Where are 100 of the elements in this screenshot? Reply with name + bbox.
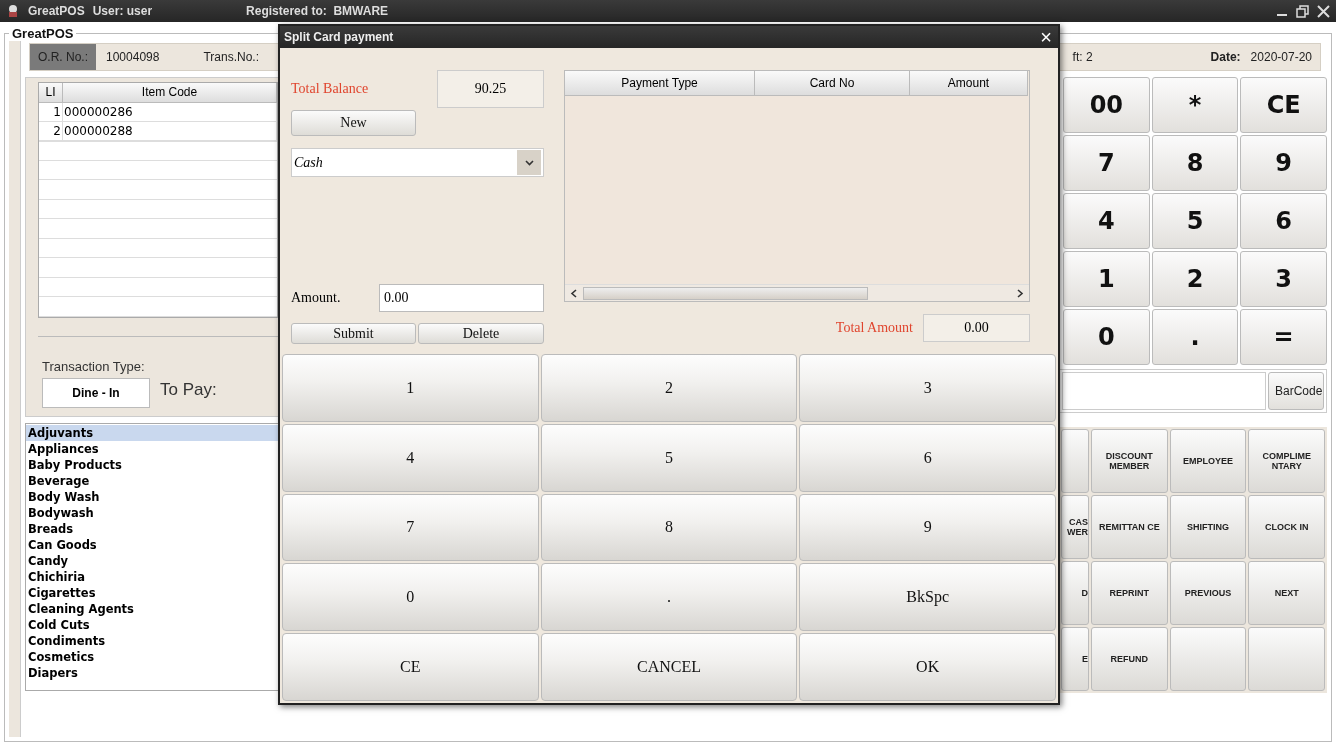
function-button[interactable]: CAS WER <box>1061 495 1089 559</box>
keypad-key[interactable]: 2 <box>1151 251 1239 307</box>
new-button[interactable]: New <box>291 110 416 136</box>
category-item[interactable]: Diapers <box>26 665 278 681</box>
column-header[interactable]: Card No <box>755 71 910 96</box>
table-cell: 1 <box>39 102 63 122</box>
table-cell: 000000286 <box>63 102 277 122</box>
shift-label: ft: 2 <box>1072 50 1093 64</box>
barcode-button[interactable]: BarCode <box>1268 372 1324 410</box>
keypad-key[interactable]: 3 <box>1240 251 1327 307</box>
column-header[interactable]: Amount <box>910 71 1028 96</box>
dialog-keypad-key[interactable]: . <box>540 563 798 632</box>
total-amount-value: 0.00 <box>923 314 1030 342</box>
trans-label: Trans.No.: <box>203 50 259 64</box>
category-item[interactable]: Candy <box>26 553 278 569</box>
dialog-keypad-key[interactable]: 0 <box>282 563 539 632</box>
blank-button[interactable] <box>1248 627 1325 691</box>
dialog-keypad-key[interactable]: CE <box>282 633 539 701</box>
total-balance-label: Total Balance <box>291 81 369 97</box>
or-label: O.R. No.: <box>30 44 96 70</box>
keypad-key[interactable]: 6 <box>1240 193 1327 249</box>
barcode-field[interactable] <box>1062 372 1266 410</box>
dialog-keypad-key[interactable]: 7 <box>282 493 539 562</box>
keypad-key[interactable]: CE <box>1240 77 1327 133</box>
category-item[interactable]: Baby Products <box>26 457 278 473</box>
dialog-keypad-key[interactable]: CANCEL <box>540 633 798 701</box>
dialog-keypad-key[interactable]: 3 <box>799 354 1056 422</box>
table-cell: 000000288 <box>63 122 277 142</box>
total-balance-value: 90.25 <box>437 70 544 108</box>
close-button[interactable]: × <box>1040 27 1052 47</box>
function-button[interactable]: REMITTAN CE <box>1091 495 1168 559</box>
keypad-key[interactable]: = <box>1240 309 1327 365</box>
column-header[interactable]: LI <box>39 83 63 103</box>
column-header[interactable]: Item Code <box>63 83 277 103</box>
function-button[interactable]: DISCOUNT MEMBER <box>1091 429 1168 493</box>
column-header[interactable]: Payment Type <box>565 71 755 96</box>
transaction-type-label: Transaction Type: <box>42 359 146 374</box>
keypad-key[interactable]: 7 <box>1063 135 1150 191</box>
function-button[interactable]: SHIFTING <box>1169 495 1247 559</box>
dialog-keypad-key[interactable]: BkSpc <box>799 563 1056 632</box>
keypad-key[interactable]: 9 <box>1240 135 1327 191</box>
horizontal-scrollbar[interactable] <box>565 284 1029 301</box>
keypad-key[interactable]: 1 <box>1063 251 1150 307</box>
category-item[interactable]: Cleaning Agents <box>26 601 278 617</box>
function-button[interactable]: REFUND <box>1091 627 1168 691</box>
blank-button[interactable] <box>1169 627 1247 691</box>
function-button[interactable]: COMPLIME NTARY <box>1248 429 1325 493</box>
function-button[interactable]: D <box>1061 561 1089 625</box>
transaction-type-value[interactable]: Dine - In <box>42 378 150 408</box>
dialog-keypad-key[interactable]: 5 <box>540 423 798 492</box>
dialog-keypad-key[interactable]: 9 <box>799 493 1056 562</box>
keypad-key[interactable]: 8 <box>1151 135 1239 191</box>
group-title: GreatPOS <box>11 26 75 41</box>
date-label: Date: <box>1210 50 1241 64</box>
dialog-keypad-key[interactable]: 6 <box>799 423 1056 492</box>
category-item[interactable]: Condiments <box>26 633 278 649</box>
category-item[interactable]: Adjuvants <box>26 425 278 441</box>
function-button[interactable]: NEXT <box>1248 561 1325 625</box>
payment-type-dropdown[interactable]: Cash <box>291 148 544 177</box>
dialog-keypad-key[interactable]: 8 <box>540 493 798 562</box>
function-button[interactable]: REPRINT <box>1091 561 1168 625</box>
function-button[interactable]: CLOCK IN <box>1248 495 1325 559</box>
restore-icon[interactable] <box>1296 4 1309 18</box>
function-button[interactable]: PREVIOUS <box>1169 561 1247 625</box>
keypad-key[interactable]: 00 <box>1063 77 1150 133</box>
amount-field[interactable]: 0.00 <box>379 284 544 312</box>
dialog-keypad-key[interactable]: 2 <box>540 354 798 422</box>
function-button[interactable]: EMPLOYEE <box>1169 429 1247 493</box>
date-value: 2020-07-20 <box>1250 50 1312 64</box>
table-cell: 2 <box>39 122 63 142</box>
keypad-key[interactable]: . <box>1151 309 1239 365</box>
dialog-title: Split Card payment <box>284 30 394 44</box>
app-name: GreatPOS <box>28 4 85 18</box>
category-item[interactable]: Can Goods <box>26 537 278 553</box>
or-number: 10004098 <box>106 50 160 64</box>
submit-button[interactable]: Submit <box>291 323 416 344</box>
dialog-keypad-key[interactable]: 1 <box>282 354 539 422</box>
keypad-key[interactable]: 5 <box>1151 193 1239 249</box>
chevron-down-icon <box>524 159 534 166</box>
total-amount-label: Total Amount <box>835 320 913 336</box>
category-item[interactable]: Appliances <box>26 441 278 457</box>
function-button[interactable]: E <box>1061 627 1089 691</box>
category-item[interactable]: Breads <box>26 521 278 537</box>
keypad-key[interactable]: * <box>1151 77 1239 133</box>
amount-label: Amount. <box>291 290 341 306</box>
category-item[interactable]: Beverage <box>26 473 278 489</box>
category-item[interactable]: Cosmetics <box>26 649 278 665</box>
close-icon[interactable] <box>1317 4 1330 18</box>
category-item[interactable]: Chichiria <box>26 569 278 585</box>
dialog-keypad-key[interactable]: 4 <box>282 423 539 492</box>
keypad-key[interactable]: 4 <box>1063 193 1150 249</box>
blank-button[interactable] <box>1061 429 1089 493</box>
category-item[interactable]: Cigarettes <box>26 585 278 601</box>
category-item[interactable]: Bodywash <box>26 505 278 521</box>
to-pay-label: To Pay: <box>160 380 217 400</box>
category-item[interactable]: Body Wash <box>26 489 278 505</box>
category-item[interactable]: Cold Cuts <box>26 617 278 633</box>
keypad-key[interactable]: 0 <box>1063 309 1150 365</box>
delete-button[interactable]: Delete <box>418 323 544 344</box>
dialog-keypad-key[interactable]: OK <box>799 633 1056 701</box>
